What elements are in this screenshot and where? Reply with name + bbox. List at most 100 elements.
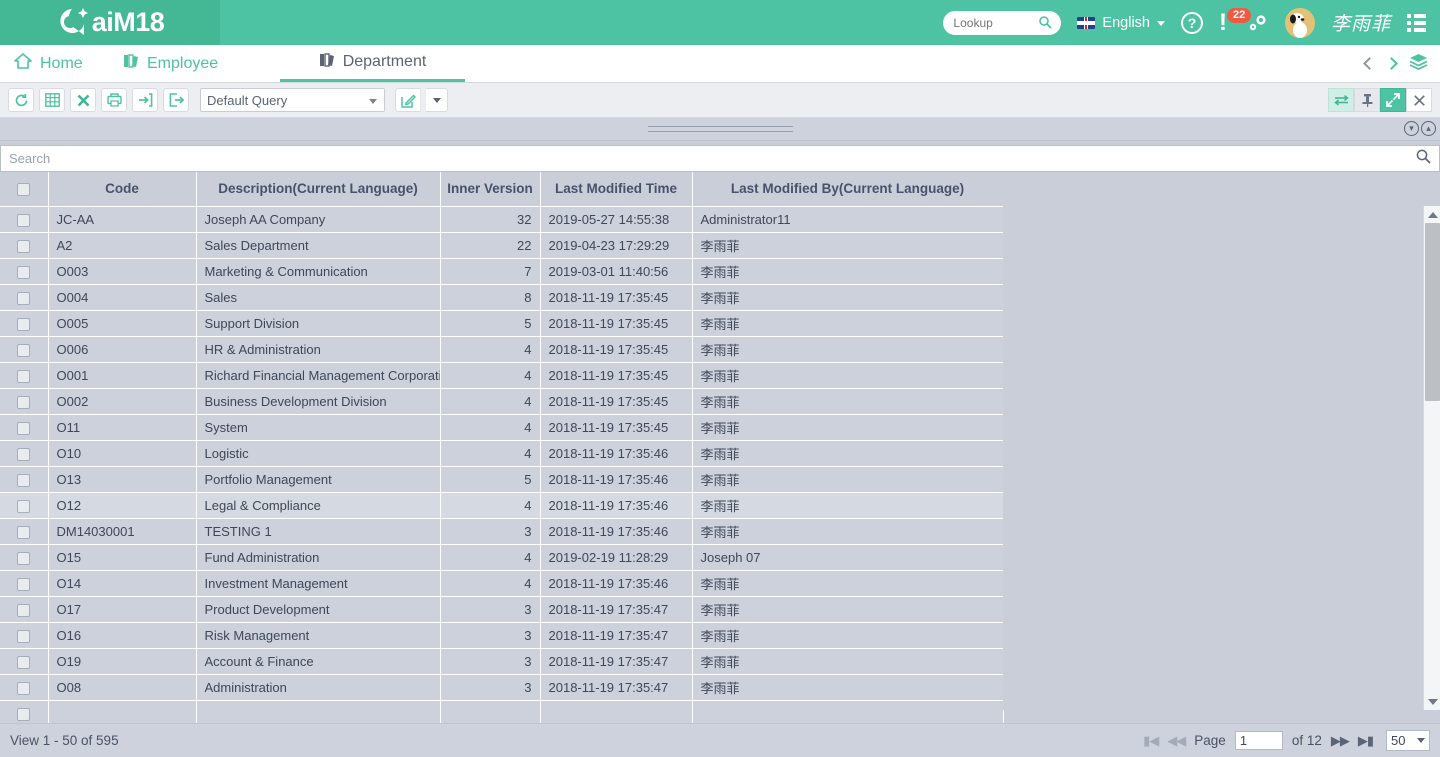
row-select-cell[interactable] <box>0 596 49 623</box>
swap-panel-button[interactable] <box>1328 88 1354 112</box>
table-row[interactable]: O006 HR & Administration 4 2018-11-19 17:35… <box>0 336 1004 363</box>
row-checkbox[interactable] <box>17 291 31 305</box>
column-header-last-modified-by[interactable]: Last Modified By(Current Language) <box>692 172 1004 207</box>
table-row[interactable]: O005 Support Division 5 2018-11-19 17:35:45… <box>0 310 1004 337</box>
table-row[interactable]: O12 Legal & Compliance 4 2018-11-19 17:35:4… <box>0 492 1004 519</box>
table-row[interactable]: O11 System 4 2018-11-19 17:35:45 李雨菲 <box>0 414 1004 441</box>
import-button[interactable] <box>132 88 158 112</box>
print-button[interactable] <box>101 88 127 112</box>
row-select-cell[interactable] <box>0 440 49 467</box>
pin-button[interactable] <box>1354 88 1380 112</box>
table-row[interactable]: O14 Investment Management 4 2018-11-19 17:3… <box>0 570 1004 597</box>
refresh-button[interactable] <box>8 88 34 112</box>
row-checkbox[interactable] <box>17 681 31 695</box>
alert-notification[interactable]: ! 22 <box>1219 7 1252 34</box>
next-page-icon[interactable]: ▶▶ <box>1331 733 1350 749</box>
help-icon[interactable]: ? <box>1180 11 1203 34</box>
collapse-circle-icon[interactable]: ▴ <box>1421 121 1436 136</box>
scroll-thumb[interactable] <box>1425 223 1440 401</box>
table-row[interactable]: DM14030001 TESTING 1 3 2018-11-19 17:35:46 李… <box>0 518 1004 545</box>
row-select-cell[interactable] <box>0 232 49 259</box>
tab-department[interactable]: Department <box>280 45 465 82</box>
row-select-cell[interactable] <box>0 674 49 701</box>
collapsed-panel-bar[interactable]: ▾ ▴ <box>0 118 1440 141</box>
select-all-header[interactable] <box>0 172 49 207</box>
column-header-code[interactable]: Code <box>48 172 197 207</box>
row-select-cell[interactable] <box>0 622 49 649</box>
query-dropdown-button[interactable] <box>426 88 448 112</box>
row-checkbox[interactable] <box>17 473 31 487</box>
scroll-up-arrow[interactable] <box>1424 206 1440 223</box>
row-select-cell[interactable] <box>0 206 49 233</box>
row-checkbox[interactable] <box>17 525 31 539</box>
row-checkbox[interactable] <box>17 265 31 279</box>
column-header-last-modified-time[interactable]: Last Modified Time <box>540 172 693 207</box>
gears-icon[interactable] <box>1247 13 1269 33</box>
row-select-cell[interactable] <box>0 570 49 597</box>
row-select-cell[interactable] <box>0 388 49 415</box>
language-selector[interactable]: English <box>1077 15 1165 31</box>
tab-employee[interactable]: Employee <box>105 45 280 82</box>
search-input[interactable] <box>9 151 1416 166</box>
table-row[interactable]: O001 Richard Financial Management Corpora… <box>0 362 1004 389</box>
query-select[interactable]: Default Query <box>200 88 385 112</box>
table-row[interactable]: JC-AA Joseph AA Company 32 2019-05-27 14:55… <box>0 206 1004 233</box>
table-row[interactable]: O19 Account & Finance 3 2018-11-19 17:35:47… <box>0 648 1004 675</box>
grid-search-bar[interactable] <box>0 145 1440 172</box>
row-select-cell[interactable] <box>0 362 49 389</box>
table-row[interactable]: O17 Product Development 3 2018-11-19 17:35:… <box>0 596 1004 623</box>
export-button[interactable] <box>163 88 189 112</box>
row-checkbox[interactable] <box>17 551 31 565</box>
table-row[interactable]: O10 Logistic 4 2018-11-19 17:35:46 李雨菲 <box>0 440 1004 467</box>
column-header-description[interactable]: Description(Current Language) <box>196 172 441 207</box>
table-row[interactable]: O13 Portfolio Management 5 2018-11-19 17:35… <box>0 466 1004 493</box>
scroll-down-arrow[interactable] <box>1424 693 1440 710</box>
chevron-right-icon[interactable] <box>1385 57 1398 70</box>
table-row[interactable]: O08 Administration 3 2018-11-19 17:35:47 李雨菲 <box>0 674 1004 701</box>
avatar[interactable] <box>1284 7 1315 38</box>
close-button[interactable] <box>1406 88 1432 112</box>
row-select-cell[interactable] <box>0 492 49 519</box>
app-logo[interactable]: aiM18 <box>0 0 220 45</box>
row-select-cell[interactable] <box>0 310 49 337</box>
row-select-cell[interactable] <box>0 284 49 311</box>
tab-home[interactable]: Home <box>0 45 105 82</box>
row-select-cell[interactable] <box>0 518 49 545</box>
row-select-cell[interactable] <box>0 258 49 285</box>
page-number-input[interactable] <box>1234 731 1283 750</box>
row-select-cell[interactable] <box>0 414 49 441</box>
table-row[interactable]: O003 Marketing & Communication 7 2019-03-01… <box>0 258 1004 285</box>
table-row[interactable]: O16 Risk Management 3 2018-11-19 17:35:47 李雨… <box>0 622 1004 649</box>
lookup-input[interactable] <box>953 15 1040 30</box>
maximize-button[interactable] <box>1380 88 1406 112</box>
row-checkbox[interactable] <box>17 239 31 253</box>
row-checkbox[interactable] <box>17 213 31 227</box>
row-checkbox[interactable] <box>17 343 31 357</box>
row-select-cell[interactable] <box>0 648 49 675</box>
search-icon[interactable] <box>1416 149 1431 169</box>
row-checkbox[interactable] <box>17 707 31 721</box>
table-row[interactable]: O15 Fund Administration 4 2019-02-19 11:28:… <box>0 544 1004 571</box>
user-name[interactable]: 李雨菲 <box>1331 9 1391 36</box>
table-row[interactable]: O002 Business Development Division 4 2018-1… <box>0 388 1004 415</box>
row-checkbox[interactable] <box>17 499 31 513</box>
row-checkbox[interactable] <box>17 317 31 331</box>
row-checkbox[interactable] <box>17 447 31 461</box>
chevron-left-icon[interactable] <box>1363 57 1376 70</box>
chevron-down-circle-icon[interactable]: ▾ <box>1404 121 1419 136</box>
table-row[interactable]: O004 Sales 8 2018-11-19 17:35:45 李雨菲 <box>0 284 1004 311</box>
last-page-icon[interactable]: ▶▮ <box>1358 733 1374 749</box>
column-header-inner-version[interactable]: Inner Version <box>440 172 541 207</box>
vertical-scrollbar[interactable] <box>1423 206 1440 710</box>
row-checkbox[interactable] <box>17 603 31 617</box>
select-all-checkbox[interactable] <box>17 183 31 197</box>
layers-icon[interactable] <box>1409 53 1428 75</box>
row-select-cell[interactable] <box>0 466 49 493</box>
row-checkbox[interactable] <box>17 369 31 383</box>
row-checkbox[interactable] <box>17 395 31 409</box>
first-page-icon[interactable]: ▮◀ <box>1143 733 1159 749</box>
grid-view-button[interactable] <box>39 88 65 112</box>
table-row[interactable]: A2 Sales Department 22 2019-04-23 17:29:29 李… <box>0 232 1004 259</box>
edit-query-button[interactable] <box>395 88 421 112</box>
prev-page-icon[interactable]: ◀◀ <box>1167 733 1186 749</box>
